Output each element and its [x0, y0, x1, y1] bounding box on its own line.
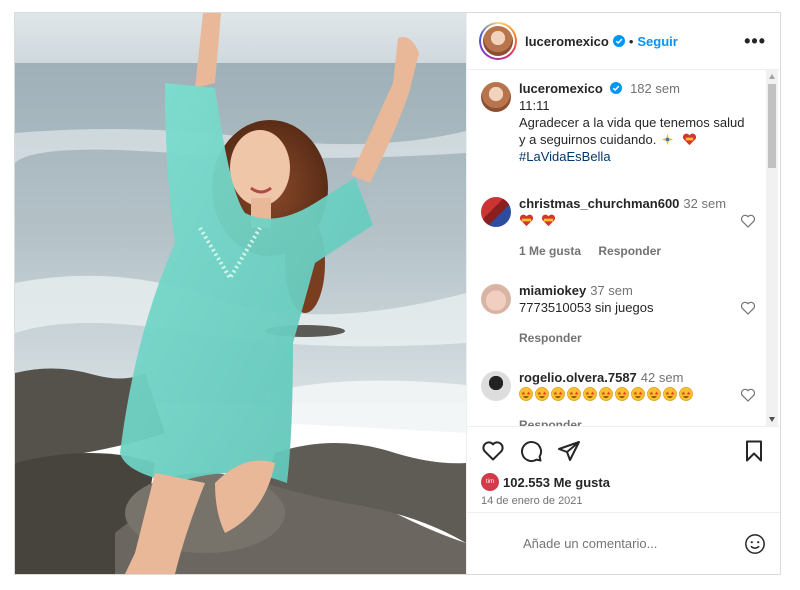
comment-text: 7773510053 sin juegos	[519, 300, 654, 315]
reply-button[interactable]: Responder	[519, 418, 582, 426]
separator-dot: •	[628, 33, 634, 49]
comment-item: rogelio.olvera.7587 42 sem Responder	[481, 369, 756, 426]
post-date[interactable]: 14 de enero de 2021	[481, 495, 766, 507]
post-header: luceromexico • Seguir •••	[467, 13, 780, 70]
star-struck-emoji	[631, 387, 645, 401]
comment-time[interactable]: 42 sem	[641, 370, 684, 385]
beach-photo-illustration	[15, 13, 466, 574]
header-username[interactable]: luceromexico	[525, 34, 609, 49]
comment-input[interactable]	[523, 536, 744, 551]
heart-icon[interactable]	[481, 439, 505, 463]
star-struck-emoji	[551, 387, 565, 401]
comment-icon[interactable]	[519, 439, 543, 463]
mexico-flag-heart-emoji	[541, 214, 555, 227]
star-struck-emoji	[599, 387, 613, 401]
star-struck-emoji	[567, 387, 581, 401]
comment-item: christmas_churchman600 32 sem 1 Me gusta…	[481, 195, 756, 260]
caption-hashtag[interactable]: #LaVidaEsBella	[519, 148, 752, 165]
star-struck-emoji	[615, 387, 629, 401]
share-icon[interactable]	[557, 439, 581, 463]
mexico-flag-heart-emoji	[519, 214, 534, 227]
likes-avatar[interactable]: tim	[481, 473, 499, 491]
reply-button[interactable]: Responder	[598, 244, 661, 258]
caption: luceromexico 182 sem 11:11 Agradecer a l…	[481, 80, 752, 165]
comment-username[interactable]: miamiokey	[519, 283, 586, 298]
avatar[interactable]	[481, 284, 511, 314]
post-side-panel: luceromexico • Seguir ••• luceromexico 1…	[466, 13, 780, 574]
reply-button[interactable]: Responder	[519, 331, 582, 345]
comment-time[interactable]: 32 sem	[683, 196, 726, 211]
scroll-down-arrow-icon[interactable]	[769, 417, 775, 422]
comment-username[interactable]: rogelio.olvera.7587	[519, 370, 637, 385]
verified-badge-icon	[610, 82, 623, 94]
likes-count[interactable]: 102.553 Me gusta	[503, 475, 610, 490]
star-struck-emoji-row	[519, 386, 752, 403]
comment-like-heart-icon[interactable]	[740, 213, 756, 229]
sparkle-emoji	[661, 133, 674, 146]
avatar	[483, 26, 513, 56]
comment-like-heart-icon[interactable]	[740, 300, 756, 316]
emoji-picker-icon[interactable]	[744, 533, 766, 555]
caption-time[interactable]: 182 sem	[630, 81, 680, 96]
star-struck-emoji	[583, 387, 597, 401]
comment-like-heart-icon[interactable]	[740, 387, 756, 403]
follow-button[interactable]: Seguir	[637, 34, 677, 49]
scroll-up-arrow-icon[interactable]	[769, 74, 775, 79]
comment-time[interactable]: 37 sem	[590, 283, 633, 298]
instagram-post-modal: luceromexico • Seguir ••• luceromexico 1…	[14, 12, 781, 575]
caption-text: Agradecer a la vida que tenemos salud y …	[519, 115, 745, 147]
caption-username[interactable]: luceromexico	[519, 81, 603, 96]
star-struck-emoji	[535, 387, 549, 401]
caption-line1: 11:11	[519, 98, 550, 113]
save-icon[interactable]	[742, 439, 766, 463]
add-comment-bar	[467, 512, 780, 574]
comments-scrollbar[interactable]	[766, 70, 778, 426]
scrollbar-thumb[interactable]	[768, 84, 776, 168]
comment-username[interactable]: christmas_churchman600	[519, 196, 679, 211]
comments-list: luceromexico 182 sem 11:11 Agradecer a l…	[467, 70, 780, 426]
story-ring-avatar[interactable]	[479, 22, 517, 60]
star-struck-emoji	[663, 387, 677, 401]
avatar[interactable]	[481, 82, 511, 112]
verified-badge-icon	[612, 35, 625, 47]
star-struck-emoji	[519, 387, 533, 401]
star-struck-emoji	[679, 387, 693, 401]
comment-likes-count[interactable]: 1 Me gusta	[519, 244, 581, 258]
avatar[interactable]	[481, 371, 511, 401]
mexico-heart-emoji	[682, 133, 696, 146]
post-photo[interactable]	[15, 13, 466, 574]
avatar[interactable]	[481, 197, 511, 227]
post-actions: tim 102.553 Me gusta 14 de enero de 2021	[467, 426, 780, 574]
star-struck-emoji	[647, 387, 661, 401]
more-options-icon[interactable]: •••	[744, 32, 766, 50]
comment-item: miamiokey 37 sem 7773510053 sin juegos Re…	[481, 282, 756, 347]
